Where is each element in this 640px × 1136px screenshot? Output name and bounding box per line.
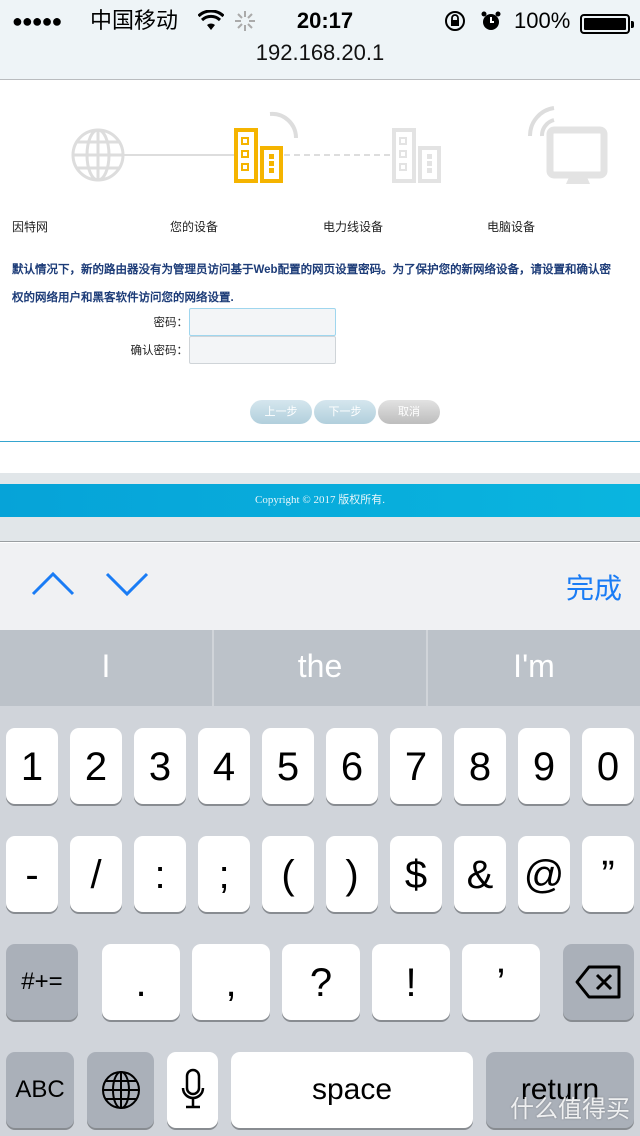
suggestion-item[interactable]: I <box>0 630 214 706</box>
predictive-suggestions: I the I'm <box>0 630 640 706</box>
key-symbol[interactable]: ( <box>262 836 314 912</box>
battery-icon <box>580 14 634 34</box>
key-symbol[interactable]: / <box>70 836 122 912</box>
backspace-icon <box>575 965 620 999</box>
key-symbol[interactable]: $ <box>390 836 442 912</box>
globe-key[interactable] <box>87 1052 154 1128</box>
done-button[interactable]: 完成 <box>566 567 622 607</box>
suggestion-item[interactable]: I'm <box>428 630 640 706</box>
status-bar: ●●●●● 中国移动 20:17 100% <box>0 6 640 36</box>
password-input[interactable] <box>189 308 336 336</box>
globe-icon <box>101 1071 140 1109</box>
divider <box>0 441 640 442</box>
powerline-device-icon <box>392 128 441 183</box>
your-device-icon <box>234 111 299 183</box>
key-digit[interactable]: 3 <box>134 728 186 804</box>
key-digit[interactable]: 1 <box>6 728 58 804</box>
confirm-password-input[interactable] <box>189 336 336 364</box>
keyboard: #+= ABC space return 什么值得买 1 2 3 4 5 6 7 8 9 0- /:… <box>0 706 640 1136</box>
key-symbol[interactable]: & <box>454 836 506 912</box>
confirm-password-row: 确认密码： <box>0 336 640 364</box>
globe-icon <box>71 128 125 182</box>
step-label-internet: 因特网 <box>12 220 49 234</box>
key-digit[interactable]: 7 <box>390 728 442 804</box>
instructions-line-1: 默认情况下，新的路由器没有为管理员访问基于Web配置的网页设置密码。为了保护您的… <box>12 264 612 276</box>
footer-copyright: Copyright © 2017 版权所有. <box>0 484 640 517</box>
chevron-down-icon[interactable] <box>104 571 150 597</box>
chevron-up-icon[interactable] <box>30 571 76 597</box>
key-symbol[interactable]: : <box>134 836 186 912</box>
address-bar[interactable]: 192.168.20.1 <box>0 40 640 66</box>
microphone-icon <box>181 1068 204 1109</box>
previous-step-button[interactable]: 上一步 <box>250 400 312 424</box>
key-symbol[interactable]: ) <box>326 836 378 912</box>
password-label: 密码： <box>153 317 189 329</box>
alarm-icon <box>481 11 501 30</box>
key-punctuation[interactable]: ! <box>372 944 450 1020</box>
browser-header: ●●●●● 中国移动 20:17 100% 192.168.20.1 <box>0 0 640 80</box>
key-punctuation[interactable]: . <box>102 944 180 1020</box>
step-label-computer: 电脑设备 <box>487 220 536 234</box>
instructions-text: 默认情况下，新的路由器没有为管理员访问基于Web配置的网页设置密码。为了保护您的… <box>12 256 640 312</box>
password-row: 密码： <box>0 308 640 336</box>
cancel-button[interactable]: 取消 <box>378 400 440 424</box>
abc-key[interactable]: ABC <box>6 1052 74 1128</box>
key-digit[interactable]: 0 <box>582 728 634 804</box>
key-punctuation[interactable]: ? <box>282 944 360 1020</box>
battery-percentage: 100% <box>514 8 571 33</box>
wizard-progress-diagram <box>71 106 608 184</box>
symbols-toggle-key[interactable]: #+= <box>6 944 78 1020</box>
key-punctuation[interactable]: ’ <box>462 944 540 1020</box>
key-symbol[interactable]: ; <box>198 836 250 912</box>
router-setup-page: 因特网 您的设备 电力线设备 电脑设备 默认情况下，新的路由器没有为管理员访问基… <box>0 80 640 542</box>
form-accessory-bar: 完成 <box>0 543 640 630</box>
key-digit[interactable]: 5 <box>262 728 314 804</box>
dictation-key[interactable] <box>167 1052 218 1128</box>
confirm-password-label: 确认密码： <box>130 345 189 357</box>
key-digit[interactable]: 2 <box>70 728 122 804</box>
key-digit[interactable]: 8 <box>454 728 506 804</box>
suggestion-item[interactable]: the <box>214 630 428 706</box>
key-punctuation[interactable]: , <box>192 944 270 1020</box>
spacer <box>0 517 640 542</box>
watermark: 什么值得买 <box>510 1096 630 1123</box>
step-label-powerline-device: 电力线设备 <box>323 220 384 234</box>
rotation-lock-icon <box>445 11 465 31</box>
backspace-key[interactable] <box>563 944 634 1020</box>
key-symbol[interactable]: @ <box>518 836 570 912</box>
key-digit[interactable]: 6 <box>326 728 378 804</box>
key-symbol[interactable]: - <box>6 836 58 912</box>
key-digit[interactable]: 4 <box>198 728 250 804</box>
key-digit[interactable]: 9 <box>518 728 570 804</box>
key-symbol[interactable]: ” <box>582 836 634 912</box>
step-label-your-device: 您的设备 <box>170 220 219 234</box>
next-step-button[interactable]: 下一步 <box>314 400 376 424</box>
space-key[interactable]: space <box>231 1052 473 1128</box>
computer-monitor-icon <box>527 106 608 184</box>
